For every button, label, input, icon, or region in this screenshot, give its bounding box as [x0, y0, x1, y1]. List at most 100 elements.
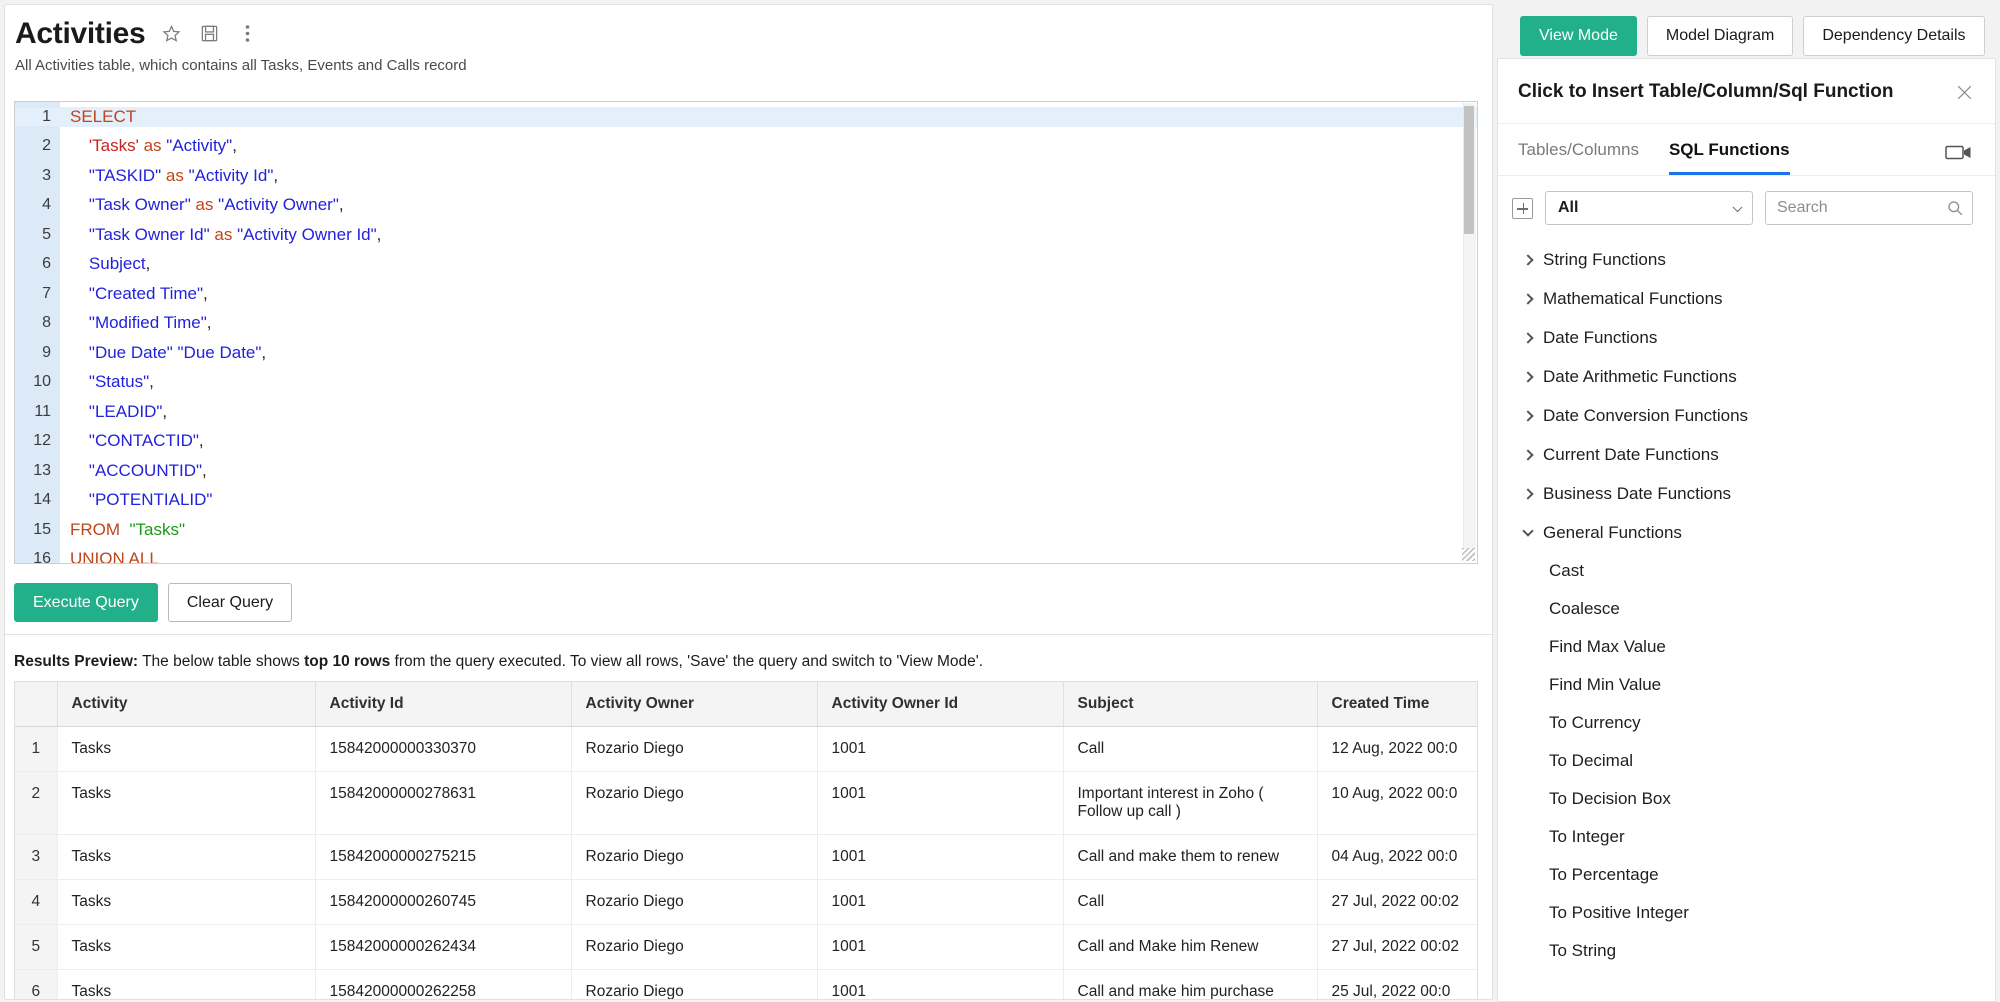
column-header-subject[interactable]: Subject — [1063, 682, 1318, 727]
cell-activity-id: 15842000000275215 — [315, 834, 572, 880]
code-line[interactable]: 11 "LEADID", — [15, 397, 1477, 427]
function-item[interactable]: To Decision Box — [1498, 780, 1995, 818]
code-line[interactable]: 16 UNION ALL — [15, 545, 1477, 563]
code-line[interactable]: 12 "CONTACTID", — [15, 427, 1477, 457]
function-item[interactable]: To Positive Integer — [1498, 894, 1995, 932]
code-line[interactable]: 10 "Status", — [15, 368, 1477, 398]
function-category[interactable]: Mathematical Functions — [1498, 279, 1995, 318]
column-header-activity[interactable]: Activity — [57, 682, 316, 727]
code-line[interactable]: 6 Subject, — [15, 250, 1477, 280]
code-line[interactable]: 9 "Due Date" "Due Date", — [15, 338, 1477, 368]
code-line[interactable]: 5 "Task Owner Id" as "Activity Owner Id"… — [15, 220, 1477, 250]
code-line[interactable]: 4 "Task Owner" as "Activity Owner", — [15, 191, 1477, 221]
insert-panel-header: Click to Insert Table/Column/Sql Functio… — [1498, 59, 1995, 124]
code-line[interactable]: 14 "POTENTIALID" — [15, 486, 1477, 516]
editor-code-area[interactable]: 1 SELECT 2 'Tasks' as "Activity", 3 "TASKID… — [15, 102, 1477, 563]
sql-editor[interactable]: 1 SELECT 2 'Tasks' as "Activity", 3 "TASKID… — [14, 101, 1478, 564]
function-item[interactable]: To String — [1498, 932, 1995, 970]
view-mode-buttons: View Mode Model Diagram Dependency Detai… — [1520, 16, 1985, 57]
star-icon[interactable] — [159, 22, 183, 46]
search-box[interactable] — [1765, 191, 1973, 225]
function-category[interactable]: String Functions — [1498, 240, 1995, 279]
cell-activity: Tasks — [57, 834, 316, 880]
search-input[interactable] — [1777, 199, 1940, 217]
view-mode-button[interactable]: View Mode — [1520, 16, 1637, 57]
chevron-right-icon — [1522, 409, 1534, 422]
table-row[interactable]: 5 Tasks 15842000000262434 Rozario Diego 1001… — [15, 924, 1477, 970]
cell-activity-id: 15842000000330370 — [315, 726, 572, 772]
dependency-details-button[interactable]: Dependency Details — [1803, 16, 1985, 57]
function-item[interactable]: Cast — [1498, 552, 1995, 590]
function-category[interactable]: Current Date Functions — [1498, 435, 1995, 474]
editor-scroll-thumb[interactable] — [1464, 106, 1474, 234]
function-category[interactable]: Date Arithmetic Functions — [1498, 357, 1995, 396]
function-category[interactable]: Business Date Functions — [1498, 474, 1995, 513]
results-table-container[interactable]: Activity Activity Id Activity Owner Acti… — [14, 681, 1478, 999]
cell-activity-owner-id: 1001 — [817, 726, 1064, 772]
page-subtitle: All Activities table, which contains all… — [15, 57, 467, 74]
code-line[interactable]: 15 FROM "Tasks" — [15, 515, 1477, 545]
table-row[interactable]: 6 Tasks 15842000000262258 Rozario Diego 1001… — [15, 969, 1477, 999]
results-note-part2: from the query executed. To view all row… — [390, 653, 984, 670]
editor-vertical-scrollbar[interactable] — [1463, 103, 1476, 549]
chevron-right-icon — [1522, 487, 1534, 500]
code-token: "Tasks" — [129, 519, 186, 539]
cell-activity-owner-id: 1001 — [817, 771, 1064, 835]
column-header-created-time[interactable]: Created Time — [1317, 682, 1477, 727]
code-token: SELECT — [70, 106, 137, 126]
code-token: "ACCOUNTID" — [88, 460, 203, 480]
function-item[interactable]: To Currency — [1498, 704, 1995, 742]
more-vertical-icon[interactable] — [235, 22, 259, 46]
function-item[interactable]: To Integer — [1498, 818, 1995, 856]
cell-subject: Call and make him purchase — [1063, 969, 1318, 999]
plus-box-icon[interactable] — [1512, 197, 1533, 219]
table-row[interactable]: 1 Tasks 15842000000330370 Rozario Diego 1001… — [15, 726, 1477, 772]
video-camera-icon[interactable] — [1945, 143, 1975, 163]
code-line[interactable]: 8 "Modified Time", — [15, 309, 1477, 339]
table-header-row: Activity Activity Id Activity Owner Acti… — [15, 682, 1477, 727]
code-line[interactable]: 1 SELECT — [15, 102, 1477, 132]
category-filter-select[interactable]: All — [1545, 191, 1753, 225]
editor-resize-grip[interactable] — [1462, 548, 1475, 561]
function-item[interactable]: To Percentage — [1498, 856, 1995, 894]
function-category-label: Date Conversion Functions — [1543, 405, 1749, 425]
function-category[interactable]: General Functions — [1498, 513, 1995, 552]
function-item[interactable]: Find Max Value — [1498, 628, 1995, 666]
code-line[interactable]: 2 'Tasks' as "Activity", — [15, 132, 1477, 162]
table-row[interactable]: 3 Tasks 15842000000275215 Rozario Diego 1001… — [15, 834, 1477, 880]
cell-created-time: 25 Jul, 2022 00:0 — [1317, 969, 1477, 999]
results-preview-note: Results Preview: The below table shows t… — [14, 653, 983, 671]
column-header-activity-id[interactable]: Activity Id — [315, 682, 572, 727]
cell-activity-owner-id: 1001 — [817, 879, 1064, 925]
code-token: 'Tasks' — [88, 136, 139, 156]
function-item[interactable]: Coalesce — [1498, 590, 1995, 628]
column-header-activity-owner[interactable]: Activity Owner — [571, 682, 818, 727]
function-category[interactable]: Date Conversion Functions — [1498, 396, 1995, 435]
code-token: "Due Date" "Due Date" — [88, 342, 262, 362]
save-icon[interactable] — [197, 22, 221, 46]
function-item[interactable]: Find Min Value — [1498, 666, 1995, 704]
cell-activity-id: 15842000000262258 — [315, 969, 572, 999]
table-row[interactable]: 4 Tasks 15842000000260745 Rozario Diego 1001… — [15, 879, 1477, 925]
cell-activity-owner: Rozario Diego — [571, 726, 818, 772]
search-icon — [1947, 200, 1963, 216]
cell-activity: Tasks — [57, 879, 316, 925]
model-diagram-button[interactable]: Model Diagram — [1646, 16, 1794, 57]
chevron-down-icon — [1522, 524, 1534, 537]
table-row[interactable]: 2 Tasks 15842000000278631 Rozario Diego 1001… — [15, 771, 1477, 835]
code-line[interactable]: 3 "TASKID" as "Activity Id", — [15, 161, 1477, 191]
column-header-activity-owner-id[interactable]: Activity Owner Id — [817, 682, 1064, 727]
code-line[interactable]: 13 "ACCOUNTID", — [15, 456, 1477, 486]
execute-query-button[interactable]: Execute Query — [14, 583, 158, 623]
code-line[interactable]: 7 "Created Time", — [15, 279, 1477, 309]
function-item[interactable]: To Decimal — [1498, 742, 1995, 780]
function-category[interactable]: Date Functions — [1498, 318, 1995, 357]
tab-tables-columns[interactable]: Tables/Columns — [1518, 140, 1639, 175]
clear-query-button[interactable]: Clear Query — [167, 583, 293, 623]
close-icon[interactable] — [1953, 81, 1975, 103]
line-number: 5 — [15, 225, 60, 244]
line-content: 'Tasks' as "Activity", — [60, 136, 1477, 156]
tab-sql-functions[interactable]: SQL Functions — [1668, 140, 1790, 175]
